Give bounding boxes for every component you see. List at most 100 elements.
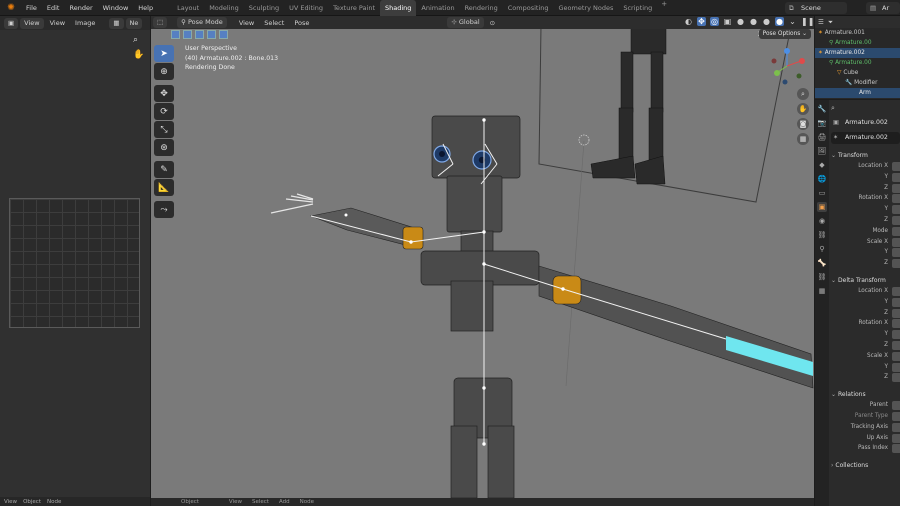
tab-animation[interactable]: Animation — [416, 0, 459, 16]
tab-uv-editing[interactable]: UV Editing — [284, 0, 328, 16]
pose-mode-dropdown[interactable]: ⚲ Pose Mode — [177, 17, 227, 28]
constraints-tab-icon[interactable]: ⛓ — [817, 230, 827, 240]
pause-render-icon[interactable]: ❚❚ — [801, 17, 814, 26]
blender-logo-icon[interactable]: ✺ — [4, 1, 18, 15]
menu-view[interactable]: View — [46, 16, 69, 30]
output-tab-icon[interactable]: 🖨 — [817, 132, 827, 142]
zoom-view-icon[interactable]: ⌕ — [797, 88, 809, 100]
tab-compositing[interactable]: Compositing — [503, 0, 554, 16]
tab-rendering[interactable]: Rendering — [460, 0, 503, 16]
bottom-menu-add[interactable]: Add — [279, 498, 290, 506]
collections-panel-header[interactable]: › Collections — [831, 461, 900, 471]
property-value-field[interactable] — [892, 444, 900, 454]
property-value-field[interactable] — [892, 237, 900, 247]
property-value-field[interactable] — [892, 433, 900, 443]
property-value-field[interactable] — [892, 162, 900, 171]
outliner-row[interactable]: 🔧 Modifier — [815, 78, 900, 88]
transform-orientation-dropdown[interactable]: ⊹ Global — [447, 17, 484, 28]
properties-search[interactable]: ⌕ — [831, 102, 900, 114]
render-tab-icon[interactable]: 📷 — [817, 118, 827, 128]
property-value-field[interactable] — [892, 362, 900, 372]
property-value-field[interactable] — [892, 422, 900, 432]
object-name-field[interactable]: ✶ Armature.002 — [831, 132, 900, 144]
menu-edit[interactable]: Edit — [42, 0, 65, 16]
property-value-field[interactable] — [892, 340, 900, 350]
material-shading-icon[interactable]: ● — [762, 17, 771, 26]
outliner-row-selected[interactable]: Arm — [815, 88, 900, 98]
transform-panel-header[interactable]: ⌄ Transform — [831, 151, 900, 161]
object-data-tab-icon[interactable]: ⚲ — [817, 244, 827, 254]
outliner-row[interactable]: ⚲ Armature.00 — [815, 38, 900, 48]
property-value-field[interactable] — [892, 297, 900, 307]
property-value-field[interactable] — [892, 205, 900, 215]
bottom-menu-view[interactable]: View — [229, 498, 242, 506]
property-value-field[interactable] — [892, 330, 900, 340]
tab-sculpting[interactable]: Sculpting — [244, 0, 284, 16]
bone-constraint-tab-icon[interactable]: ⛓ — [817, 272, 827, 282]
select-box-tool[interactable]: ➤ — [154, 45, 174, 62]
overlay-toggle-icon[interactable]: ◎ — [710, 17, 719, 26]
property-value-field[interactable] — [892, 286, 900, 296]
xray-toggle-icon[interactable]: ▣ — [723, 17, 732, 26]
rotate-tool[interactable]: ⟳ — [154, 103, 174, 120]
shading-options-icon[interactable]: ⌄ — [788, 17, 797, 26]
tool-tab-icon[interactable]: 🔧 — [817, 104, 827, 114]
select-new-icon[interactable] — [171, 30, 180, 39]
new-image-button[interactable]: Ne — [125, 17, 143, 29]
relations-panel-header[interactable]: ⌄ Relations — [831, 390, 900, 400]
outliner-filter-icon[interactable]: ⏷ — [828, 18, 833, 27]
tab-scripting[interactable]: Scripting — [618, 0, 657, 16]
rendered-shading-icon[interactable]: ● — [775, 17, 784, 26]
visibility-icon[interactable]: ◐ — [684, 17, 693, 26]
uv-grid-canvas[interactable] — [9, 198, 140, 328]
view-layer-selector[interactable]: ▤ Ar — [866, 2, 900, 14]
world-tab-icon[interactable]: 🌐 — [817, 174, 827, 184]
menu-image[interactable]: Image — [71, 16, 99, 30]
texture-tab-icon[interactable]: ▦ — [817, 286, 827, 296]
property-value-field[interactable] — [892, 194, 900, 204]
solid-shading-icon[interactable]: ● — [749, 17, 758, 26]
property-value-field[interactable] — [892, 259, 900, 269]
tab-layout[interactable]: Layout — [172, 0, 204, 16]
property-value-field[interactable] — [892, 401, 900, 411]
property-value-field[interactable] — [892, 215, 900, 225]
transform-tool[interactable]: ⊛ — [154, 139, 174, 156]
property-value-field[interactable] — [892, 411, 900, 421]
property-value-field[interactable] — [892, 351, 900, 361]
tab-geometry-nodes[interactable]: Geometry Nodes — [554, 0, 619, 16]
add-workspace-button[interactable]: + — [657, 0, 671, 16]
outliner-row[interactable]: ⚲ Armature.00 — [815, 58, 900, 68]
editor-type-icon[interactable]: ▣ — [4, 17, 19, 29]
footer-menu-view[interactable]: View — [4, 499, 17, 505]
property-value-field[interactable] — [892, 183, 900, 193]
gizmo-toggle-icon[interactable]: ✥ — [697, 17, 706, 26]
pose-options-dropdown[interactable]: Pose Options ⌄ — [758, 29, 811, 39]
outliner-row-selected[interactable]: ✶ Armature.002 — [815, 48, 900, 58]
menu-render[interactable]: Render — [64, 0, 97, 16]
vp-menu-pose[interactable]: Pose — [290, 16, 313, 30]
bottom-menu-select[interactable]: Select — [252, 498, 269, 506]
hand-pan-icon[interactable]: ✋ — [133, 50, 144, 60]
footer-menu-node[interactable]: Node — [47, 499, 61, 505]
editor-type-3d-icon[interactable]: ⬚ — [153, 17, 168, 28]
tab-modeling[interactable]: Modeling — [204, 0, 244, 16]
property-value-field[interactable] — [892, 248, 900, 258]
view-mode-dropdown[interactable]: View — [20, 17, 44, 29]
wireframe-shading-icon[interactable]: ● — [736, 17, 745, 26]
bone-tool[interactable]: ⤳ — [154, 201, 174, 218]
outliner-row[interactable]: ✶ Armature.001 — [815, 28, 900, 38]
select-subtract-icon[interactable] — [195, 30, 204, 39]
tab-texture-paint[interactable]: Texture Paint — [328, 0, 380, 16]
image-browse-icon[interactable]: ▦ — [109, 17, 124, 29]
view-layer-tab-icon[interactable]: 🖼 — [817, 146, 827, 156]
bottom-menu-object[interactable]: Object — [181, 498, 199, 506]
footer-menu-object[interactable]: Object — [23, 499, 41, 505]
measure-tool[interactable]: 📐 — [154, 179, 174, 196]
menu-file[interactable]: File — [21, 0, 42, 16]
object-tab-icon[interactable]: ▣ — [817, 202, 827, 212]
property-value-field[interactable] — [892, 373, 900, 383]
bottom-menu-node[interactable]: Node — [300, 498, 314, 506]
pivot-point-icon[interactable]: ⊙ — [486, 16, 499, 30]
collection-tab-icon[interactable]: ▭ — [817, 188, 827, 198]
scene-selector[interactable]: ⧉ Scene — [785, 2, 847, 14]
